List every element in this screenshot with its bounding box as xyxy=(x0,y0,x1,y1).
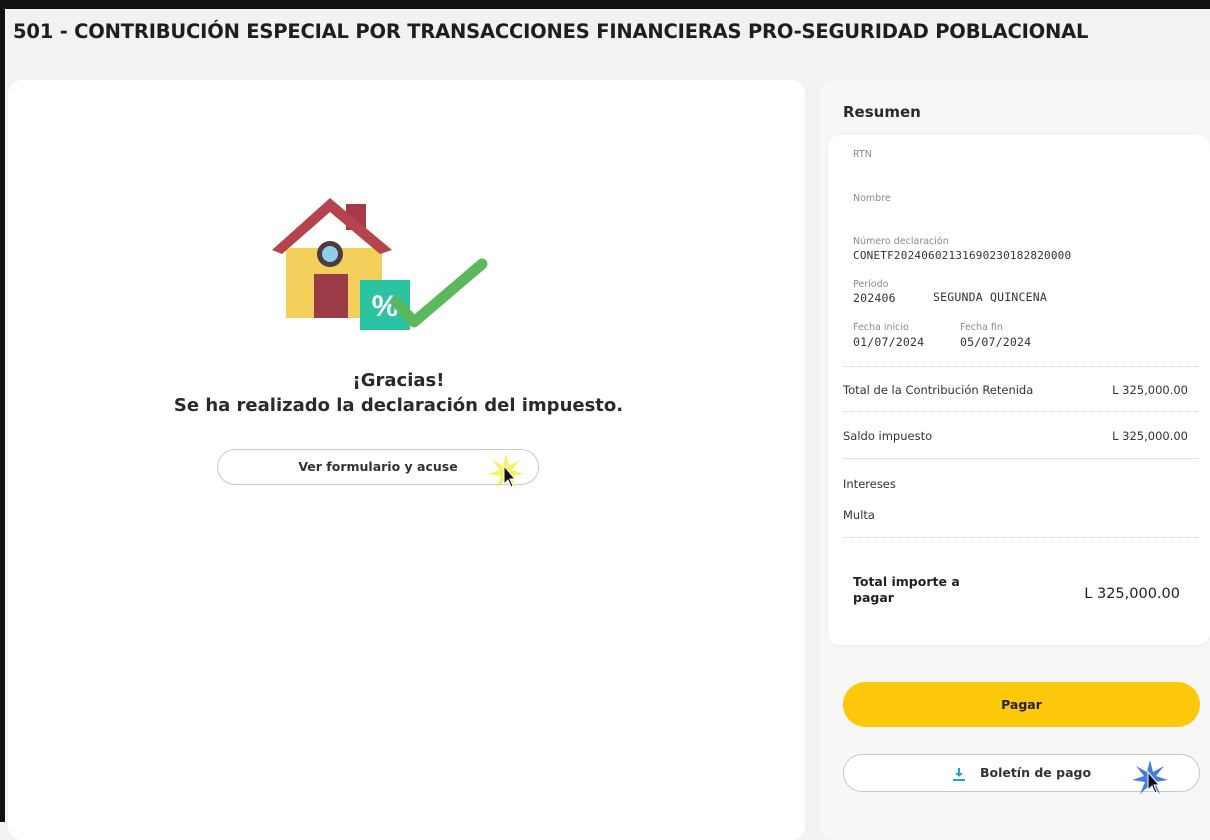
page-title: 501 - CONTRIBUCIÓN ESPECIAL POR TRANSACC… xyxy=(13,20,1089,43)
divider xyxy=(843,366,1198,367)
summary-row-label: Total de la Contribución Retenida xyxy=(843,383,1034,397)
period-value: 202406 xyxy=(853,291,896,305)
total-label: Total importe a pagar xyxy=(853,574,960,605)
success-message: Se ha realizado la declaración del impue… xyxy=(173,395,624,416)
period-description: SEGUNDA QUINCENA xyxy=(933,290,1047,304)
summary-row-value: L 325,000.00 xyxy=(1112,429,1188,443)
summary-row-label: Saldo impuesto xyxy=(843,429,933,443)
mouse-pointer-icon xyxy=(488,454,524,488)
summary-row-label: Intereses xyxy=(843,477,896,491)
period-label: Período xyxy=(853,279,889,290)
declaration-number-label: Número declaración xyxy=(853,236,949,247)
summary-row-value: L 325,000.00 xyxy=(1112,383,1188,397)
declaration-number-value: CONETF20240602131690230182820000 xyxy=(853,249,1072,262)
divider xyxy=(843,537,1198,538)
payment-voucher-label: Boletín de pago xyxy=(979,765,1092,780)
window-frame-top xyxy=(0,0,1210,9)
start-date-value: 01/07/2024 xyxy=(853,335,925,349)
start-date-label: Fecha inicio xyxy=(853,322,909,333)
total-value: L 325,000.00 xyxy=(1084,586,1180,602)
divider xyxy=(843,458,1198,459)
name-label: Nombre xyxy=(853,193,891,204)
divider xyxy=(843,411,1198,412)
end-date-value: 05/07/2024 xyxy=(960,335,1032,349)
summary-row-label: Multa xyxy=(843,508,875,522)
rtn-label: RTN xyxy=(853,149,872,160)
house-percent-check-icon: % xyxy=(272,198,488,330)
mouse-pointer-icon xyxy=(1132,760,1168,794)
thanks-heading: ¡Gracias! xyxy=(352,370,445,391)
summary-title: Resumen xyxy=(843,103,921,121)
pay-button[interactable]: Pagar xyxy=(843,682,1200,727)
download-icon xyxy=(952,767,965,781)
end-date-label: Fecha fin xyxy=(960,322,1003,333)
